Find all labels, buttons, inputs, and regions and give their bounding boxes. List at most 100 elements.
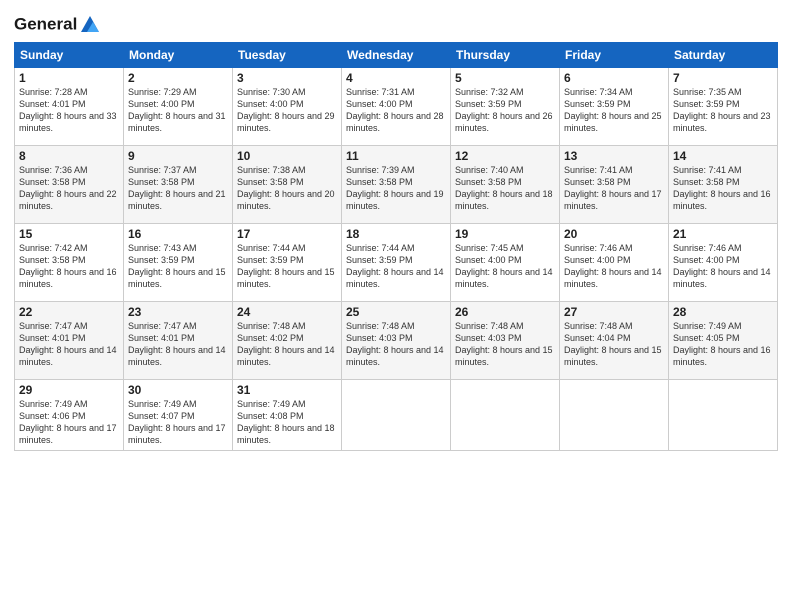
day-number: 4 [346,71,446,85]
day-number: 28 [673,305,773,319]
calendar-cell [342,380,451,451]
day-info: Sunrise: 7:40 AMSunset: 3:58 PMDaylight:… [455,164,555,213]
day-info: Sunrise: 7:48 AMSunset: 4:04 PMDaylight:… [564,320,664,369]
calendar-cell: 3Sunrise: 7:30 AMSunset: 4:00 PMDaylight… [233,68,342,146]
day-info: Sunrise: 7:46 AMSunset: 4:00 PMDaylight:… [673,242,773,291]
calendar-cell: 11Sunrise: 7:39 AMSunset: 3:58 PMDayligh… [342,146,451,224]
day-number: 12 [455,149,555,163]
calendar-cell: 1Sunrise: 7:28 AMSunset: 4:01 PMDaylight… [15,68,124,146]
day-number: 21 [673,227,773,241]
day-number: 1 [19,71,119,85]
day-info: Sunrise: 7:47 AMSunset: 4:01 PMDaylight:… [19,320,119,369]
calendar-cell: 10Sunrise: 7:38 AMSunset: 3:58 PMDayligh… [233,146,342,224]
day-number: 16 [128,227,228,241]
day-info: Sunrise: 7:45 AMSunset: 4:00 PMDaylight:… [455,242,555,291]
calendar-cell: 27Sunrise: 7:48 AMSunset: 4:04 PMDayligh… [560,302,669,380]
day-number: 11 [346,149,446,163]
calendar-cell: 4Sunrise: 7:31 AMSunset: 4:00 PMDaylight… [342,68,451,146]
day-number: 31 [237,383,337,397]
day-number: 19 [455,227,555,241]
day-number: 8 [19,149,119,163]
day-info: Sunrise: 7:49 AMSunset: 4:05 PMDaylight:… [673,320,773,369]
calendar-cell: 17Sunrise: 7:44 AMSunset: 3:59 PMDayligh… [233,224,342,302]
calendar-cell: 7Sunrise: 7:35 AMSunset: 3:59 PMDaylight… [669,68,778,146]
col-header-tuesday: Tuesday [233,43,342,68]
day-number: 7 [673,71,773,85]
calendar-cell: 18Sunrise: 7:44 AMSunset: 3:59 PMDayligh… [342,224,451,302]
calendar-cell: 26Sunrise: 7:48 AMSunset: 4:03 PMDayligh… [451,302,560,380]
calendar-cell: 5Sunrise: 7:32 AMSunset: 3:59 PMDaylight… [451,68,560,146]
day-number: 10 [237,149,337,163]
day-info: Sunrise: 7:35 AMSunset: 3:59 PMDaylight:… [673,86,773,135]
day-number: 6 [564,71,664,85]
day-info: Sunrise: 7:32 AMSunset: 3:59 PMDaylight:… [455,86,555,135]
day-number: 22 [19,305,119,319]
col-header-monday: Monday [124,43,233,68]
col-header-sunday: Sunday [15,43,124,68]
calendar-cell [669,380,778,451]
day-info: Sunrise: 7:49 AMSunset: 4:07 PMDaylight:… [128,398,228,447]
calendar-cell: 15Sunrise: 7:42 AMSunset: 3:58 PMDayligh… [15,224,124,302]
header: General [14,10,778,36]
day-number: 25 [346,305,446,319]
day-number: 30 [128,383,228,397]
day-info: Sunrise: 7:38 AMSunset: 3:58 PMDaylight:… [237,164,337,213]
calendar-cell: 9Sunrise: 7:37 AMSunset: 3:58 PMDaylight… [124,146,233,224]
calendar-cell: 22Sunrise: 7:47 AMSunset: 4:01 PMDayligh… [15,302,124,380]
day-number: 3 [237,71,337,85]
day-info: Sunrise: 7:42 AMSunset: 3:58 PMDaylight:… [19,242,119,291]
day-info: Sunrise: 7:28 AMSunset: 4:01 PMDaylight:… [19,86,119,135]
day-info: Sunrise: 7:41 AMSunset: 3:58 PMDaylight:… [564,164,664,213]
day-info: Sunrise: 7:44 AMSunset: 3:59 PMDaylight:… [237,242,337,291]
day-info: Sunrise: 7:31 AMSunset: 4:00 PMDaylight:… [346,86,446,135]
day-info: Sunrise: 7:43 AMSunset: 3:59 PMDaylight:… [128,242,228,291]
calendar-table: SundayMondayTuesdayWednesdayThursdayFrid… [14,42,778,451]
calendar-cell [560,380,669,451]
col-header-thursday: Thursday [451,43,560,68]
day-number: 29 [19,383,119,397]
day-number: 5 [455,71,555,85]
day-info: Sunrise: 7:48 AMSunset: 4:03 PMDaylight:… [346,320,446,369]
calendar-cell: 12Sunrise: 7:40 AMSunset: 3:58 PMDayligh… [451,146,560,224]
calendar-cell: 20Sunrise: 7:46 AMSunset: 4:00 PMDayligh… [560,224,669,302]
day-info: Sunrise: 7:34 AMSunset: 3:59 PMDaylight:… [564,86,664,135]
calendar-cell: 14Sunrise: 7:41 AMSunset: 3:58 PMDayligh… [669,146,778,224]
day-number: 27 [564,305,664,319]
calendar-cell: 28Sunrise: 7:49 AMSunset: 4:05 PMDayligh… [669,302,778,380]
day-number: 24 [237,305,337,319]
logo: General [14,14,101,36]
day-info: Sunrise: 7:47 AMSunset: 4:01 PMDaylight:… [128,320,228,369]
day-info: Sunrise: 7:37 AMSunset: 3:58 PMDaylight:… [128,164,228,213]
calendar-cell: 2Sunrise: 7:29 AMSunset: 4:00 PMDaylight… [124,68,233,146]
day-number: 23 [128,305,228,319]
page-container: General SundayMondayTuesdayWednesdayThur… [0,0,792,457]
day-number: 18 [346,227,446,241]
calendar-cell [451,380,560,451]
day-info: Sunrise: 7:48 AMSunset: 4:02 PMDaylight:… [237,320,337,369]
calendar-cell: 31Sunrise: 7:49 AMSunset: 4:08 PMDayligh… [233,380,342,451]
day-info: Sunrise: 7:44 AMSunset: 3:59 PMDaylight:… [346,242,446,291]
calendar-cell: 13Sunrise: 7:41 AMSunset: 3:58 PMDayligh… [560,146,669,224]
calendar-cell: 19Sunrise: 7:45 AMSunset: 4:00 PMDayligh… [451,224,560,302]
calendar-cell: 23Sunrise: 7:47 AMSunset: 4:01 PMDayligh… [124,302,233,380]
day-number: 13 [564,149,664,163]
col-header-saturday: Saturday [669,43,778,68]
day-number: 2 [128,71,228,85]
calendar-cell: 24Sunrise: 7:48 AMSunset: 4:02 PMDayligh… [233,302,342,380]
day-info: Sunrise: 7:39 AMSunset: 3:58 PMDaylight:… [346,164,446,213]
calendar-cell: 8Sunrise: 7:36 AMSunset: 3:58 PMDaylight… [15,146,124,224]
calendar-cell: 16Sunrise: 7:43 AMSunset: 3:59 PMDayligh… [124,224,233,302]
day-info: Sunrise: 7:46 AMSunset: 4:00 PMDaylight:… [564,242,664,291]
day-info: Sunrise: 7:48 AMSunset: 4:03 PMDaylight:… [455,320,555,369]
calendar-cell: 25Sunrise: 7:48 AMSunset: 4:03 PMDayligh… [342,302,451,380]
day-number: 9 [128,149,228,163]
day-number: 20 [564,227,664,241]
calendar-cell: 29Sunrise: 7:49 AMSunset: 4:06 PMDayligh… [15,380,124,451]
day-info: Sunrise: 7:49 AMSunset: 4:06 PMDaylight:… [19,398,119,447]
day-number: 17 [237,227,337,241]
col-header-wednesday: Wednesday [342,43,451,68]
day-info: Sunrise: 7:36 AMSunset: 3:58 PMDaylight:… [19,164,119,213]
calendar-cell: 6Sunrise: 7:34 AMSunset: 3:59 PMDaylight… [560,68,669,146]
calendar-cell: 30Sunrise: 7:49 AMSunset: 4:07 PMDayligh… [124,380,233,451]
calendar-cell: 21Sunrise: 7:46 AMSunset: 4:00 PMDayligh… [669,224,778,302]
